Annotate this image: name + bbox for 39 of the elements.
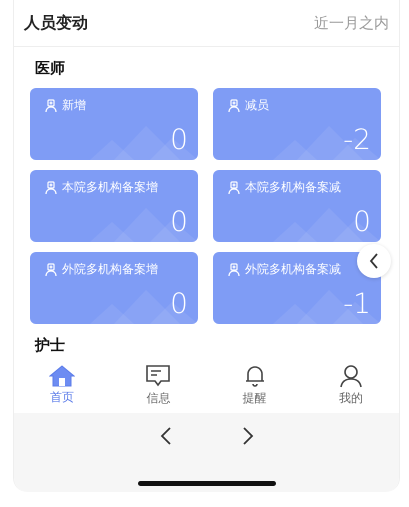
card-value: -2 (343, 126, 371, 154)
doctor-icon (44, 180, 58, 194)
doctor-icon (227, 262, 241, 276)
stat-card[interactable]: 外院多机构备案增 0 (30, 252, 198, 324)
stat-card[interactable]: 减员 -2 (213, 88, 381, 160)
doctor-icon (227, 180, 241, 194)
card-label: 新增 (62, 97, 86, 114)
stat-card[interactable]: 新增 0 (30, 88, 198, 160)
doctor-icon (44, 262, 58, 276)
card-value: 0 (353, 208, 371, 236)
page-title: 人员变动 (24, 12, 88, 34)
card-label: 减员 (245, 97, 269, 114)
tab-item[interactable]: 提醒 (206, 357, 303, 413)
tab-item[interactable]: 我的 (302, 357, 399, 413)
stat-card[interactable]: 本院多机构备案减 0 (213, 170, 381, 242)
tab-item[interactable]: 首页 (14, 357, 110, 413)
person-icon (338, 364, 363, 388)
date-range[interactable]: 近一月之内 (314, 14, 389, 32)
home-icon (49, 364, 76, 386)
card-value: 0 (170, 208, 188, 236)
message-icon (145, 364, 172, 388)
section-title: 护士 (34, 335, 66, 356)
back-icon (160, 427, 172, 445)
tab-item[interactable]: 信息 (110, 357, 206, 413)
card-value: -1 (343, 290, 371, 318)
forward-icon (242, 427, 254, 445)
collapse-button[interactable] (357, 244, 391, 278)
card-label: 外院多机构备案增 (62, 261, 158, 278)
doctor-icon (227, 98, 241, 112)
doctor-icon (44, 98, 58, 112)
chevron-left-icon (369, 253, 379, 269)
card-value: 0 (170, 290, 188, 318)
card-label: 本院多机构备案减 (245, 179, 341, 196)
stat-card[interactable]: 外院多机构备案减 -1 (213, 252, 381, 324)
card-value: 0 (170, 126, 188, 154)
section-title: 医师 (34, 58, 66, 79)
card-label: 本院多机构备案增 (62, 179, 158, 196)
card-label: 外院多机构备案减 (245, 261, 341, 278)
stat-card[interactable]: 本院多机构备案增 0 (30, 170, 198, 242)
